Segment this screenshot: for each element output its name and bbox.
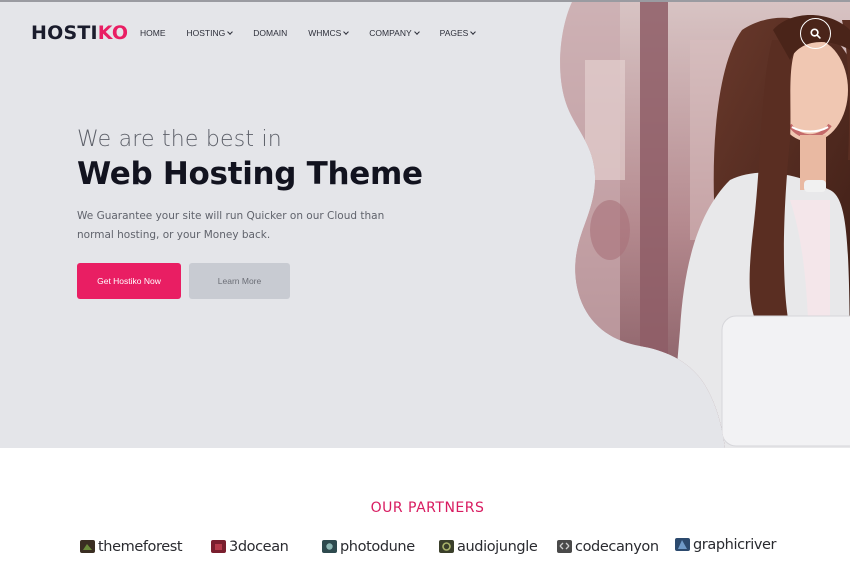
photodune-icon [322, 540, 337, 553]
3docean-icon [211, 540, 226, 553]
nav-home[interactable]: HOME [140, 28, 166, 38]
chevron-down-icon [470, 29, 477, 35]
search-icon [810, 28, 821, 39]
hero-subtitle: We are the best in [77, 127, 282, 152]
partner-graphicriver[interactable]: graphicriver [674, 536, 777, 553]
nav-pages[interactable]: PAGES [439, 28, 477, 38]
nav-hosting-label: HOSTING [186, 28, 226, 38]
hero-section: HOSTIKO HOME HOSTING DOMAIN WHMCS COMPAN… [0, 0, 850, 448]
partner-codecanyon[interactable]: codecanyon [556, 538, 659, 555]
main-nav: HOME HOSTING DOMAIN WHMCS COMPANY PAGES [140, 28, 496, 38]
logo-accent-text: KO [97, 22, 129, 44]
graphicriver-icon [675, 538, 690, 551]
hero-description: We Guarantee your site will run Quicker … [77, 210, 385, 241]
nav-home-label: HOME [140, 28, 166, 38]
get-hostiko-button[interactable]: Get Hostiko Now [77, 263, 181, 299]
partner-photodune[interactable]: photodune [321, 538, 415, 555]
nav-whmcs-label: WHMCS [308, 28, 342, 38]
nav-domain[interactable]: DOMAIN [253, 28, 287, 38]
learn-more-button[interactable]: Learn More [189, 263, 290, 299]
search-button[interactable] [800, 18, 831, 49]
nav-hosting[interactable]: HOSTING [186, 28, 234, 38]
partner-name: codecanyon [575, 538, 659, 555]
chevron-down-icon [343, 29, 350, 35]
partner-3docean[interactable]: 3docean [210, 538, 289, 555]
audiojungle-icon [439, 540, 454, 553]
partner-themeforest[interactable]: themeforest [79, 538, 183, 555]
themeforest-icon [80, 540, 95, 553]
chevron-down-icon [413, 29, 420, 35]
partner-name: themeforest [98, 538, 183, 555]
partner-audiojungle[interactable]: audiojungle [438, 538, 538, 555]
partner-name: audiojungle [457, 538, 538, 555]
nav-company-label: COMPANY [369, 28, 412, 38]
nav-company[interactable]: COMPANY [369, 28, 420, 38]
partners-heading: OUR PARTNERS [370, 500, 485, 516]
logo-text: HOSTI [31, 22, 98, 44]
nav-whmcs[interactable]: WHMCS [308, 28, 350, 38]
nav-domain-label: DOMAIN [253, 28, 288, 38]
partner-name: graphicriver [693, 536, 777, 553]
nav-pages-label: PAGES [439, 28, 469, 38]
codecanyon-icon [557, 540, 572, 553]
hostiko-logo[interactable]: HOSTIKO [31, 22, 128, 44]
hero-title: Web Hosting Theme [77, 156, 423, 192]
partner-name: 3docean [229, 538, 289, 555]
chevron-down-icon [227, 29, 234, 35]
partner-name: photodune [340, 538, 415, 555]
